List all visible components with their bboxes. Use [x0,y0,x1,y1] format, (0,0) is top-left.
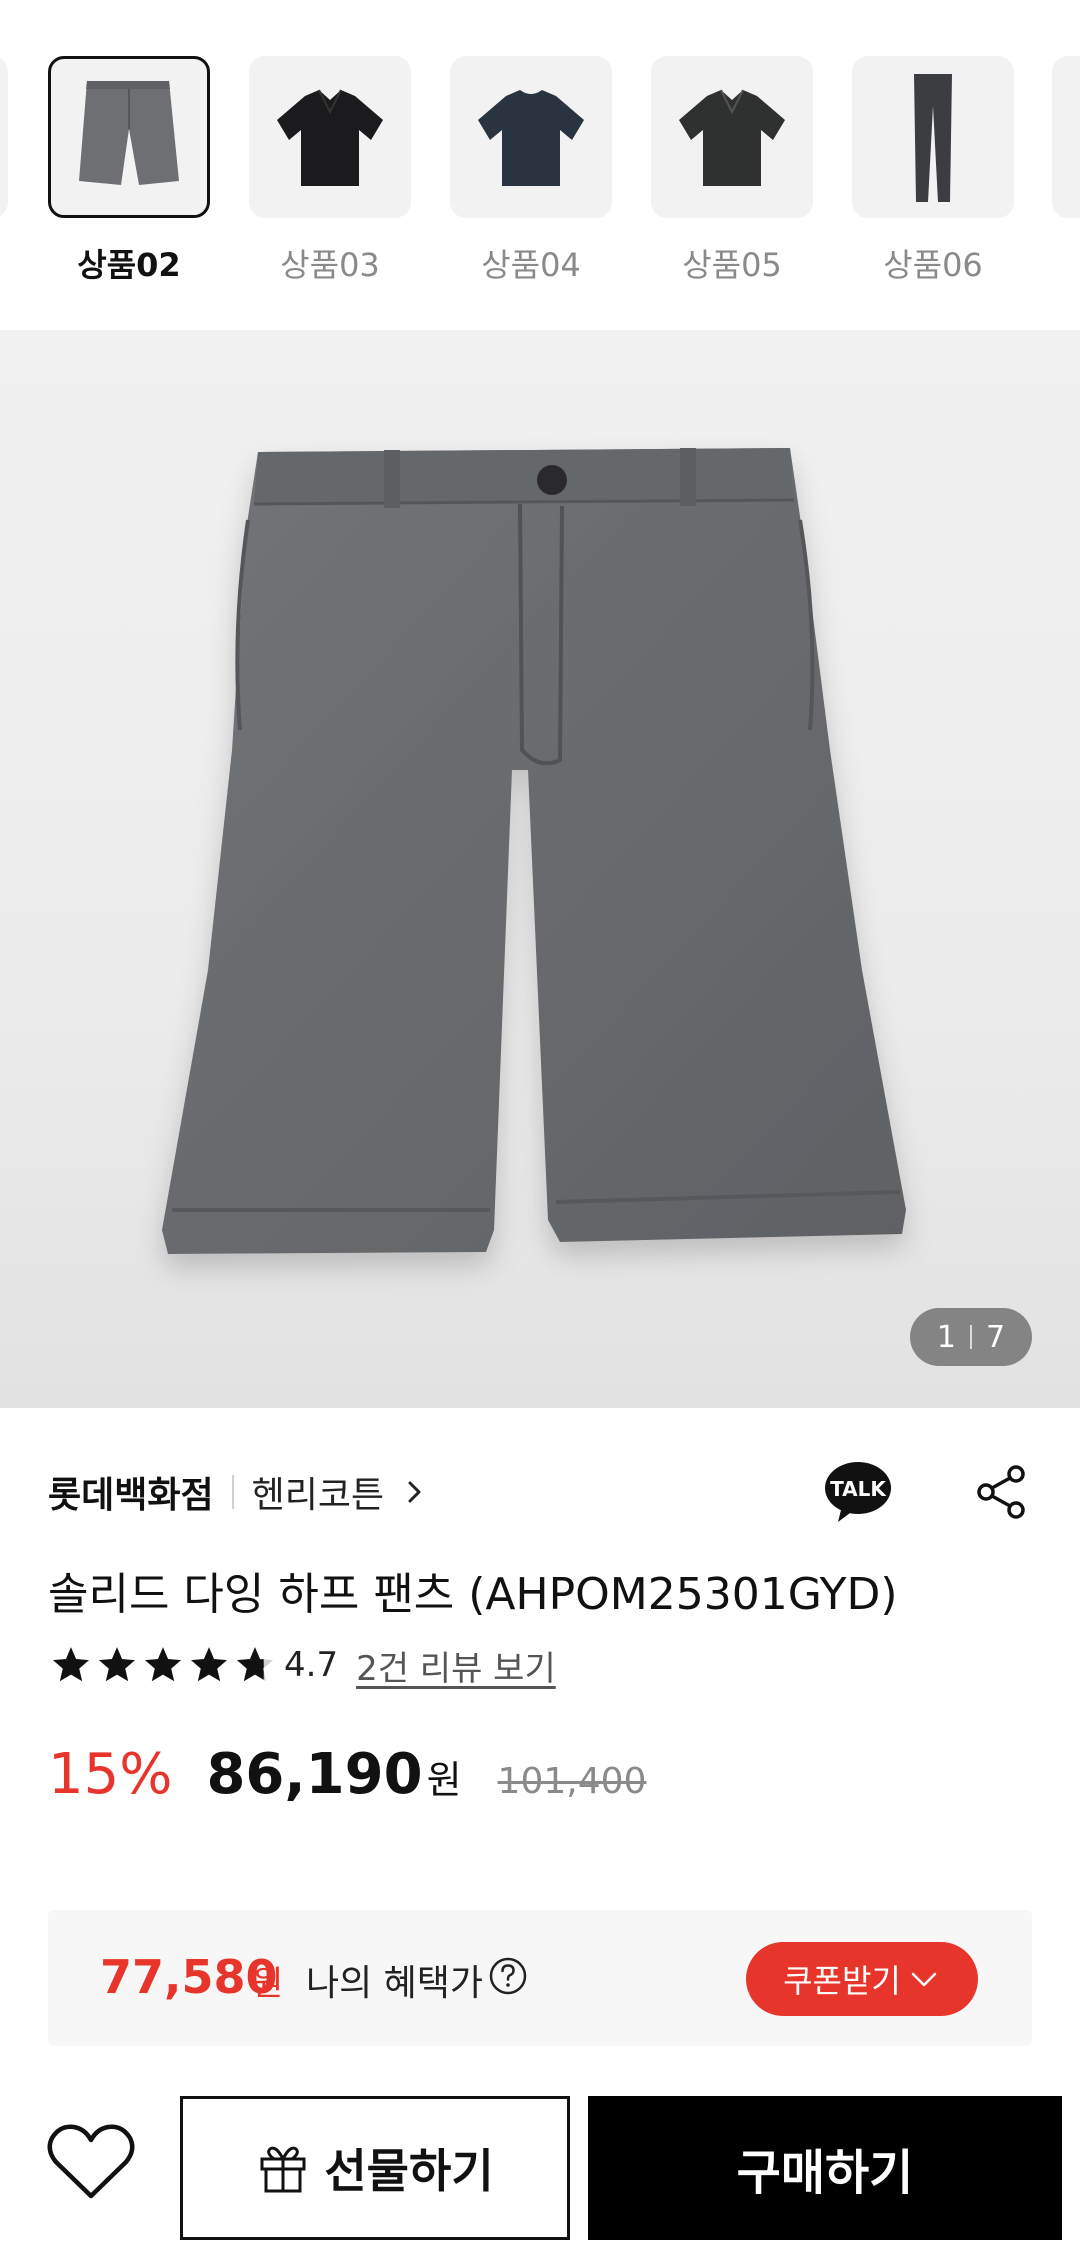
thumbnail-label: 상품02 [77,246,181,284]
store-name[interactable]: 롯데백화점 [48,1466,214,1518]
kakao-talk-icon[interactable]: TALK [824,1460,892,1524]
heart-icon[interactable] [46,2122,136,2202]
buy-button-label: 구매하기 [736,2145,914,2201]
brand-link[interactable]: 헨리코튼 [252,1466,384,1518]
thumbnail-item-03[interactable]: 상품03 [249,56,411,286]
thumbnail-image[interactable] [450,56,612,218]
polo-shirt-thumbnail-icon [277,89,383,186]
sale-price: 86,190 [206,1742,423,1807]
question-icon[interactable] [488,1956,528,1996]
thumbnail-item-06[interactable]: 상품06 [852,56,1014,286]
thumbnail-image[interactable] [249,56,411,218]
rating-row: 4.7 2건 리뷰 보기 [50,1640,556,1690]
price-row: 15% 86,190 원 101,400 [48,1742,646,1822]
product-main-image[interactable] [0,330,1080,1408]
thumbnail-image[interactable] [852,56,1014,218]
rating-score: 4.7 [284,1645,339,1685]
thumbnail-image[interactable] [651,56,813,218]
thumbnail-item-02[interactable]: 상품02 [48,56,210,286]
chevron-right-icon[interactable] [402,1480,426,1504]
discount-rate: 15% [48,1742,173,1807]
review-link[interactable]: 2건 리뷰 보기 [356,1641,556,1690]
tshirt-thumbnail-icon [478,90,584,186]
image-counter-current: 1 [936,1319,956,1355]
product-thumbnail-strip[interactable]: 상품02 상품03 상품04 상품05 상품06 [0,0,1080,330]
star-filled-icon [144,1647,182,1682]
benefit-price-box: 77,580 원 나의 혜택가 쿠폰받기 [48,1910,1032,2046]
polo-shirt-thumbnail-icon [679,89,785,186]
image-counter-separator [970,1325,972,1349]
share-icon[interactable] [974,1464,1030,1520]
original-price: 101,400 [497,1761,647,1802]
benefit-label: 나의 혜택가 [306,1963,484,2004]
thumbnail-partial-left[interactable] [0,56,8,218]
thumbnail-label: 상품04 [481,246,581,284]
currency-unit: 원 [426,1758,462,1802]
benefit-price: 77,580 [100,1950,278,2004]
thumbnail-label: 상품03 [280,246,380,284]
rating-stars [50,1644,276,1686]
thumbnail-partial-right[interactable] [1052,56,1080,218]
thumbnail-item-05[interactable]: 상품05 [651,56,813,286]
thumbnail-image[interactable] [48,56,210,218]
thumbnail-label: 상품06 [883,246,983,284]
gift-button-label: 선물하기 [324,2144,494,2198]
gift-button[interactable]: 선물하기 [180,2096,570,2240]
coupon-button[interactable]: 쿠폰받기 [746,1942,978,2016]
coupon-button-label: 쿠폰받기 [783,1962,901,2000]
buy-button[interactable]: 구매하기 [588,2096,1062,2240]
star-filled-icon [52,1647,90,1682]
star-filled-icon [98,1647,136,1682]
product-title: 솔리드 다잉 하프 팬츠 (AHPOM25301GYD) [48,1569,898,1620]
star-filled-icon [190,1647,228,1682]
gift-icon [260,2146,306,2193]
shorts-product-image [162,448,906,1254]
chevron-down-icon [911,1972,937,1987]
star-partial-icon [236,1647,274,1682]
benefit-currency: 원 [252,1964,284,2004]
thumbnail-label: 상품05 [682,246,782,284]
image-counter-total: 7 [986,1319,1006,1355]
shorts-thumbnail-icon [79,81,179,185]
brand-row: 롯데백화점 헨리코튼 TALK [48,1462,1032,1522]
trousers-thumbnail-icon [914,74,952,202]
image-counter: 1 7 [910,1308,1032,1366]
divider [231,1475,234,1509]
svg-text:TALK: TALK [830,1477,887,1501]
thumbnail-item-04[interactable]: 상품04 [450,56,612,286]
